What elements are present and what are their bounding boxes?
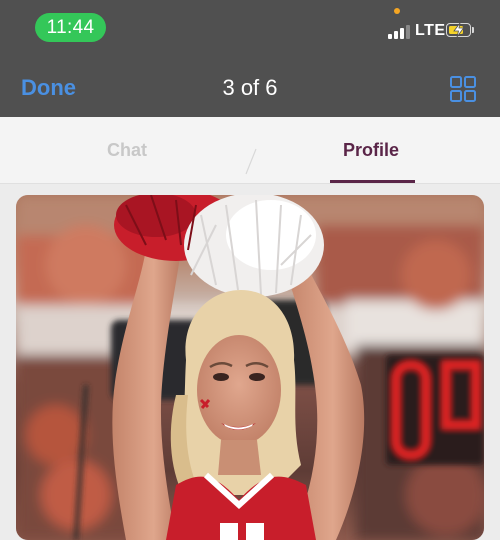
tab-chat[interactable]: Chat bbox=[2, 117, 252, 184]
navigation-bar: 3 of 6 Done bbox=[0, 58, 500, 117]
tab-profile[interactable]: Profile bbox=[246, 117, 496, 184]
status-time: 11:44 bbox=[35, 13, 106, 42]
active-tab-indicator bbox=[330, 180, 415, 183]
battery-icon bbox=[446, 23, 471, 37]
battery-tip bbox=[472, 27, 474, 33]
profile-photo-image bbox=[16, 195, 484, 540]
tab-divider bbox=[245, 148, 257, 175]
signal-strength-icon bbox=[388, 23, 410, 39]
done-button[interactable]: Done bbox=[21, 75, 76, 101]
profile-photo[interactable] bbox=[16, 195, 484, 540]
privacy-indicator-dot bbox=[394, 8, 400, 14]
network-type-label: LTE bbox=[415, 22, 446, 39]
status-bar: 11:44 LTE bbox=[0, 0, 500, 58]
grid-view-icon[interactable] bbox=[450, 76, 476, 102]
